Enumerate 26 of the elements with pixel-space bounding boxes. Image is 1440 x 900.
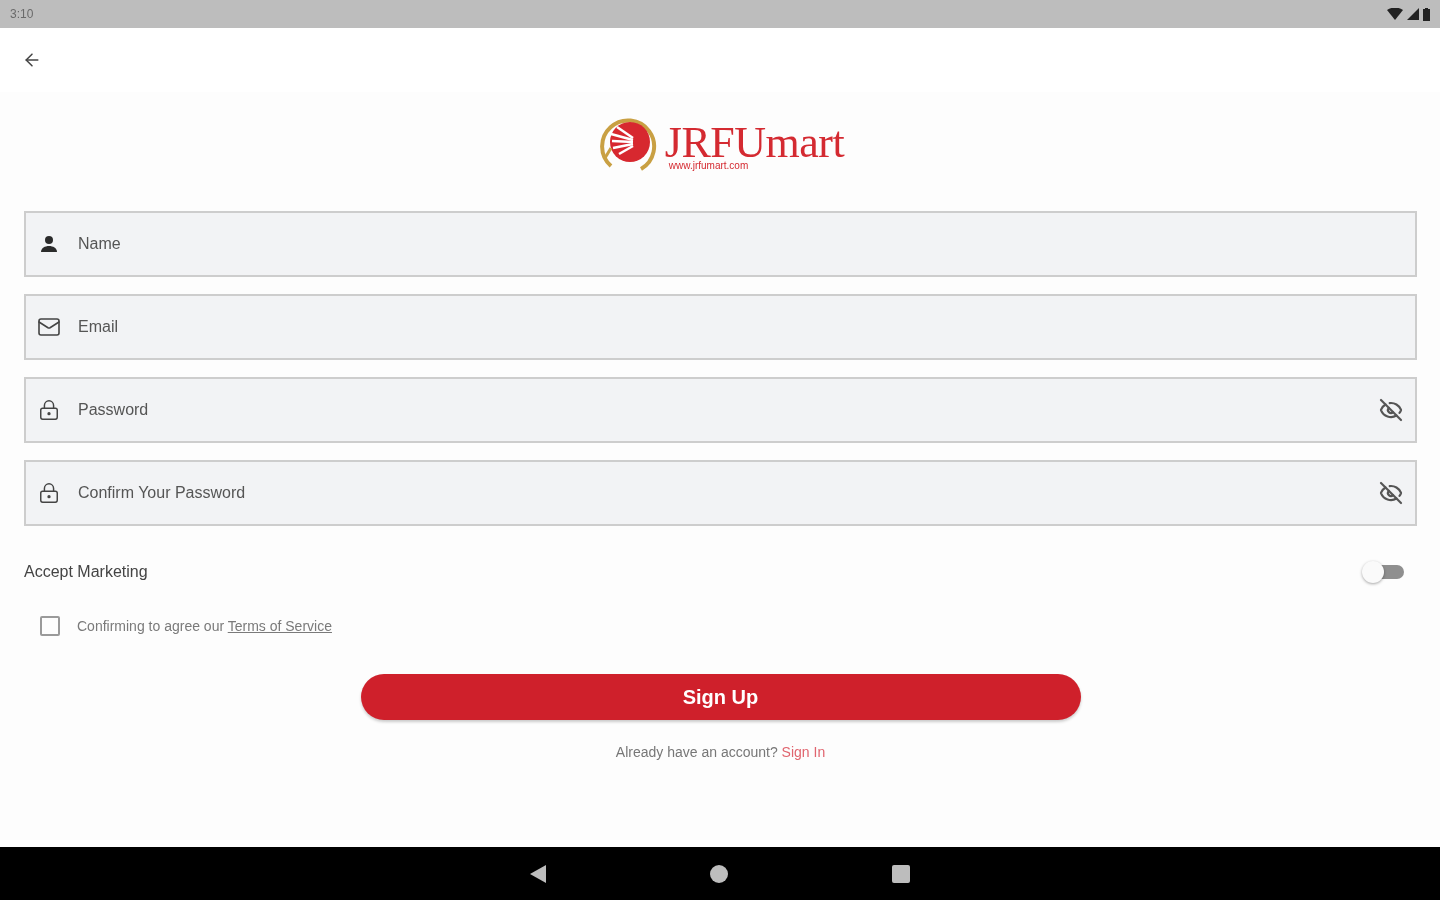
- eye-slash-icon[interactable]: [1379, 398, 1403, 422]
- text-field[interactable]: Confirm Your Password: [24, 460, 1417, 526]
- terms-text: Confirming to agree our Terms of Service: [77, 616, 332, 636]
- envelope-icon: [37, 315, 61, 339]
- eye-slash-icon[interactable]: [1379, 481, 1403, 505]
- toggle-switch[interactable]: [1362, 561, 1404, 583]
- wifi-icon: [1387, 8, 1403, 20]
- padlock-icon: [38, 482, 60, 504]
- sign-up-button[interactable]: Sign Up: [360, 674, 1081, 720]
- accept-marketing-label: Accept Marketing: [24, 562, 148, 582]
- status-time: 3:10: [10, 6, 34, 23]
- logo-url: www.jrfumart.com: [668, 161, 750, 171]
- square-icon[interactable]: [892, 864, 910, 883]
- home-circle-icon[interactable]: [710, 864, 728, 883]
- text-field[interactable]: Email: [24, 294, 1417, 360]
- padlock-icon: [38, 399, 60, 421]
- sign-in-link[interactable]: Sign In: [781, 744, 826, 760]
- back-triangle-icon[interactable]: [530, 864, 546, 883]
- terms-of-service-link[interactable]: Terms of Service: [227, 617, 332, 634]
- sign-in-prompt: Already have an account? Sign In: [615, 743, 826, 762]
- text-field[interactable]: Password: [24, 377, 1417, 443]
- battery-icon: [1423, 7, 1430, 21]
- text-field[interactable]: Name: [24, 211, 1417, 277]
- signal-icon: [1407, 8, 1419, 20]
- checkbox[interactable]: [40, 616, 60, 636]
- person-icon: [39, 234, 59, 254]
